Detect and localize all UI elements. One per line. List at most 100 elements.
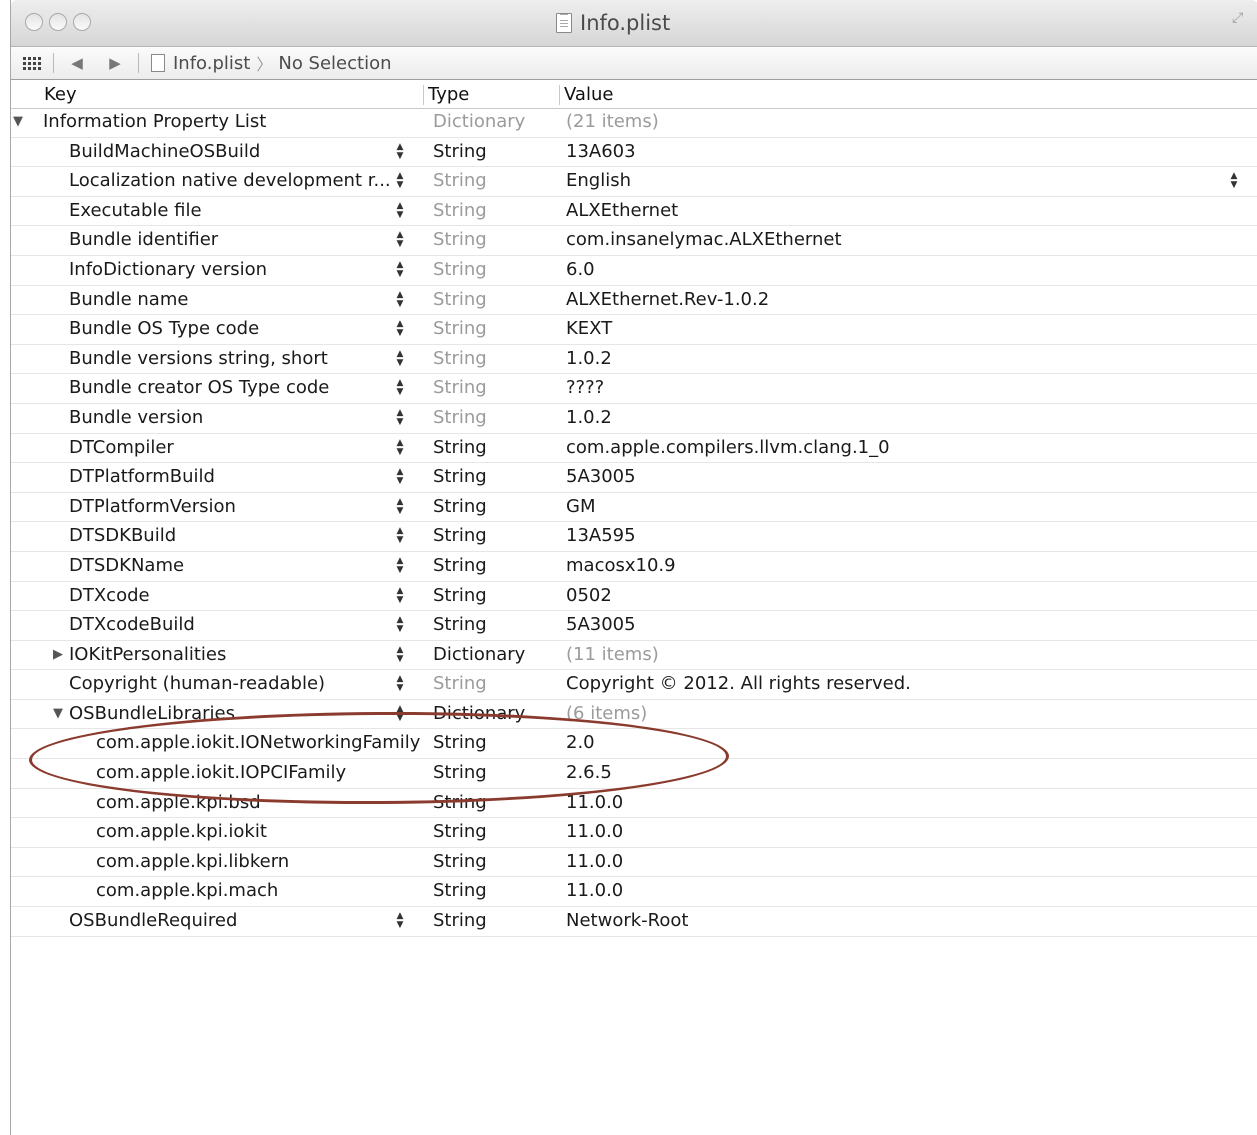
row-key[interactable]: InfoDictionary version <box>69 256 267 284</box>
key-stepper-icon[interactable]: ▲ ▼ <box>395 616 405 634</box>
plist-row[interactable]: Copyright (human-readable) ▲ ▼ String Copyri… <box>11 670 1257 700</box>
row-type[interactable]: String <box>433 197 487 225</box>
row-key[interactable]: Bundle identifier <box>69 226 218 254</box>
row-type[interactable]: String <box>433 167 487 195</box>
value-popup-stepper-icon[interactable]: ▲ ▼ <box>1229 172 1239 190</box>
plist-row[interactable]: Bundle versions string, short ▲ ▼ String 1.0… <box>11 345 1257 375</box>
row-key[interactable]: Localization native development r... <box>69 167 391 195</box>
plist-row[interactable]: com.apple.iokit.IONetworkingFamily String… <box>11 729 1257 760</box>
row-value[interactable]: 5A3005 <box>566 463 636 491</box>
key-stepper-icon[interactable]: ▲ ▼ <box>395 172 405 190</box>
row-key[interactable]: DTPlatformBuild <box>69 463 215 491</box>
breadcrumb-file[interactable]: Info.plist <box>173 53 250 74</box>
row-key[interactable]: DTSDKBuild <box>69 522 176 550</box>
plist-row[interactable]: InfoDictionary version ▲ ▼ String 6.0 <box>11 256 1257 286</box>
plist-row[interactable]: com.apple.kpi.iokit String 11.0.0 <box>11 818 1257 848</box>
row-value[interactable]: 2.0 <box>566 729 595 757</box>
row-type[interactable]: String <box>433 582 487 610</box>
plist-row[interactable]: ▼ Information Property List Dictionary (21 … <box>11 108 1257 138</box>
plist-row[interactable]: DTSDKName ▲ ▼ String macosx10.9 <box>11 552 1257 582</box>
row-type[interactable]: String <box>433 611 487 639</box>
row-key[interactable]: DTXcodeBuild <box>69 611 195 639</box>
row-value[interactable]: (6 items) <box>566 700 647 728</box>
back-arrow-icon[interactable]: ◀ <box>66 54 88 72</box>
key-stepper-icon[interactable]: ▲ ▼ <box>395 497 405 516</box>
row-value[interactable]: ???? <box>566 374 604 402</box>
key-stepper-icon[interactable]: ▲ ▼ <box>395 201 405 220</box>
row-type[interactable]: String <box>433 552 487 580</box>
plist-row[interactable]: com.apple.kpi.libkern String 11.0.0 <box>11 848 1257 878</box>
row-type[interactable]: String <box>433 256 487 284</box>
row-value[interactable]: 5A3005 <box>566 611 636 639</box>
key-stepper-icon[interactable]: ▲ ▼ <box>395 556 405 575</box>
row-value[interactable]: 11.0.0 <box>566 877 623 905</box>
key-stepper-icon[interactable]: ▲ ▼ <box>395 408 405 427</box>
row-key[interactable]: Bundle creator OS Type code <box>69 374 329 402</box>
key-stepper-icon[interactable]: ▲ ▼ <box>395 704 405 723</box>
row-value[interactable]: English <box>566 167 631 195</box>
row-key[interactable]: Bundle version <box>69 404 203 432</box>
row-value[interactable]: ALXEthernet.Rev-1.0.2 <box>566 286 769 314</box>
row-type[interactable]: String <box>433 374 487 402</box>
row-value[interactable]: 13A603 <box>566 138 636 166</box>
row-value[interactable]: 13A595 <box>566 522 636 550</box>
row-type[interactable]: String <box>433 848 487 876</box>
row-value[interactable]: (21 items) <box>566 108 659 136</box>
row-key[interactable]: BuildMachineOSBuild <box>69 138 260 166</box>
row-type[interactable]: String <box>433 877 487 905</box>
row-value[interactable]: com.insanelymac.ALXEthernet <box>566 226 842 254</box>
row-key[interactable]: IOKitPersonalities <box>69 641 226 669</box>
row-value[interactable]: Network-Root <box>566 907 688 935</box>
key-stepper-icon[interactable]: ▲ ▼ <box>395 379 405 397</box>
column-divider[interactable] <box>559 85 560 105</box>
row-type[interactable]: String <box>433 463 487 491</box>
row-type[interactable]: String <box>433 434 487 462</box>
plist-row[interactable]: BuildMachineOSBuild ▲ ▼ String 13A603 <box>11 138 1257 168</box>
row-key[interactable]: com.apple.iokit.IOPCIFamily <box>96 759 346 787</box>
plist-row[interactable]: Executable file ▲ ▼ String ALXEthernet <box>11 197 1257 227</box>
breadcrumb-selection[interactable]: No Selection <box>278 53 391 74</box>
column-header-type[interactable]: Type <box>428 84 469 105</box>
row-value[interactable]: GM <box>566 493 595 521</box>
key-stepper-icon[interactable]: ▲ ▼ <box>395 438 405 457</box>
plist-row[interactable]: Bundle identifier ▲ ▼ String com.insanelymac… <box>11 226 1257 256</box>
row-type[interactable]: String <box>433 907 487 935</box>
row-value[interactable]: 0502 <box>566 582 612 610</box>
row-value[interactable]: ALXEthernet <box>566 197 678 225</box>
fullscreen-icon[interactable]: ⤢ <box>1232 10 1248 30</box>
column-header-key[interactable]: Key <box>44 84 77 105</box>
plist-row[interactable]: OSBundleRequired ▲ ▼ String Network-Root <box>11 907 1257 937</box>
row-value[interactable]: com.apple.compilers.llvm.clang.1_0 <box>566 434 890 462</box>
close-window-button[interactable] <box>25 13 43 31</box>
disclosure-open-icon[interactable]: ▼ <box>13 108 23 136</box>
row-key[interactable]: Bundle OS Type code <box>69 315 259 343</box>
plist-row[interactable]: Bundle version ▲ ▼ String 1.0.2 <box>11 404 1257 434</box>
row-type[interactable]: String <box>433 493 487 521</box>
row-type[interactable]: String <box>433 818 487 846</box>
key-stepper-icon[interactable]: ▲ ▼ <box>395 260 405 279</box>
row-value[interactable]: 6.0 <box>566 256 595 284</box>
row-key[interactable]: Information Property List <box>43 108 266 136</box>
key-stepper-icon[interactable]: ▲ ▼ <box>395 349 405 368</box>
row-key[interactable]: com.apple.kpi.libkern <box>96 848 289 876</box>
row-key[interactable]: DTXcode <box>69 582 150 610</box>
row-type[interactable]: Dictionary <box>433 641 525 669</box>
plist-row[interactable]: DTPlatformVersion ▲ ▼ String GM <box>11 493 1257 523</box>
plist-row[interactable]: com.apple.kpi.mach String 11.0.0 <box>11 877 1257 908</box>
key-stepper-icon[interactable]: ▲ ▼ <box>395 675 405 693</box>
row-type[interactable]: String <box>433 522 487 550</box>
row-type[interactable]: Dictionary <box>433 108 525 136</box>
row-key[interactable]: DTSDKName <box>69 552 184 580</box>
row-key[interactable]: com.apple.kpi.bsd <box>96 789 261 817</box>
row-key[interactable]: com.apple.kpi.iokit <box>96 818 267 846</box>
key-stepper-icon[interactable]: ▲ ▼ <box>395 586 405 605</box>
plist-row[interactable]: ▶ IOKitPersonalities ▲ ▼ Dictionary (11 items… <box>11 641 1257 671</box>
row-value[interactable]: 11.0.0 <box>566 789 623 817</box>
row-key[interactable]: Executable file <box>69 197 202 225</box>
row-type[interactable]: String <box>433 759 487 787</box>
row-value[interactable]: 2.6.5 <box>566 759 612 787</box>
disclosure-open-icon[interactable]: ▼ <box>53 700 63 728</box>
row-key[interactable]: Bundle versions string, short <box>69 345 328 373</box>
row-type[interactable]: String <box>433 789 487 817</box>
plist-row[interactable]: Bundle OS Type code ▲ ▼ String KEXT <box>11 315 1257 345</box>
